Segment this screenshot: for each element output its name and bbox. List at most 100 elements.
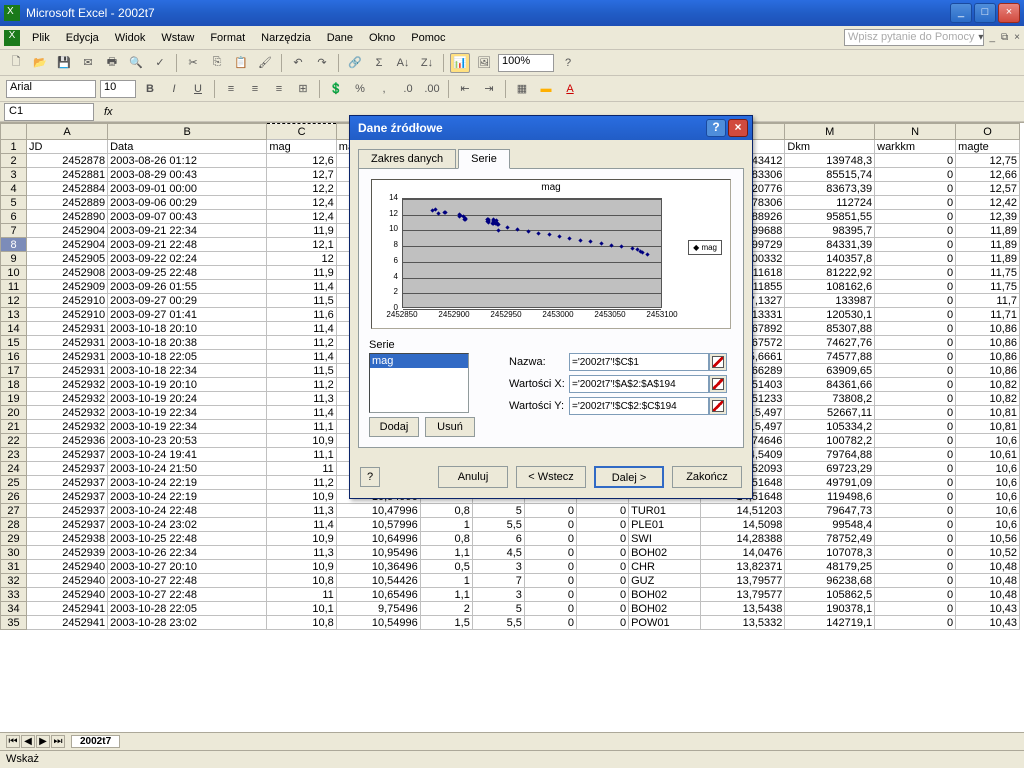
row-header[interactable]: 9 (1, 252, 27, 266)
cell[interactable]: 11,89 (956, 224, 1020, 238)
cell[interactable]: 0 (875, 392, 956, 406)
cell[interactable]: 142719,1 (785, 616, 875, 630)
cell[interactable]: 2003-10-27 20:10 (108, 560, 267, 574)
cell[interactable]: 11,2 (267, 476, 336, 490)
underline-icon[interactable]: U (188, 79, 208, 99)
cell[interactable]: Data (108, 140, 267, 154)
cell[interactable]: 2452941 (27, 616, 108, 630)
cell[interactable]: 12,39 (956, 210, 1020, 224)
cell[interactable]: 0 (875, 560, 956, 574)
cell[interactable]: 0 (524, 602, 576, 616)
cell[interactable]: 0 (577, 546, 629, 560)
cell[interactable]: 12,1 (267, 238, 336, 252)
cell[interactable]: 2452905 (27, 252, 108, 266)
cell[interactable]: 11,4 (267, 350, 336, 364)
row-header[interactable]: 2 (1, 154, 27, 168)
row-header[interactable]: 10 (1, 266, 27, 280)
row-header[interactable]: 23 (1, 448, 27, 462)
cell[interactable]: 2452904 (27, 224, 108, 238)
cell[interactable]: 11,75 (956, 280, 1020, 294)
currency-icon[interactable]: 💲 (326, 79, 346, 99)
merge-icon[interactable]: ⊞ (293, 79, 313, 99)
cell[interactable]: 11,71 (956, 308, 1020, 322)
cell[interactable]: 11,4 (267, 280, 336, 294)
cell[interactable]: 12,4 (267, 196, 336, 210)
cell[interactable]: 2452940 (27, 588, 108, 602)
yvals-range-picker-icon[interactable] (709, 397, 727, 415)
cell[interactable]: 2452940 (27, 574, 108, 588)
cell[interactable]: 2 (420, 602, 472, 616)
cell[interactable]: POW01 (629, 616, 701, 630)
col-header[interactable]: N (875, 124, 956, 140)
close-button[interactable]: × (998, 3, 1020, 23)
cell[interactable]: 74577,88 (785, 350, 875, 364)
xvals-input[interactable] (569, 375, 709, 393)
dec-indent-icon[interactable]: ⇤ (455, 79, 475, 99)
cell[interactable]: 1 (420, 518, 472, 532)
cell[interactable]: 0 (875, 336, 956, 350)
cell[interactable]: 0 (577, 560, 629, 574)
row-header[interactable]: 20 (1, 406, 27, 420)
cell[interactable]: 2003-09-21 22:48 (108, 238, 267, 252)
doc-maximize-icon[interactable]: ⧉ (1001, 32, 1008, 43)
cell[interactable]: 2003-10-24 22:19 (108, 476, 267, 490)
cell[interactable]: 0 (875, 574, 956, 588)
cell[interactable]: 0 (577, 532, 629, 546)
cell[interactable]: 2452939 (27, 546, 108, 560)
cell[interactable]: 11,6 (267, 308, 336, 322)
cell[interactable]: 2452932 (27, 420, 108, 434)
cell[interactable]: 2452931 (27, 350, 108, 364)
menu-format[interactable]: Format (202, 29, 253, 47)
cell[interactable]: 11,7 (956, 294, 1020, 308)
cell[interactable]: 0,5 (420, 560, 472, 574)
cell[interactable]: 0 (875, 462, 956, 476)
cell[interactable]: BOH02 (629, 602, 701, 616)
menu-okno[interactable]: Okno (361, 29, 403, 47)
cell[interactable]: 2452908 (27, 266, 108, 280)
row-header[interactable]: 6 (1, 210, 27, 224)
cell[interactable]: 2003-08-29 00:43 (108, 168, 267, 182)
row-header[interactable]: 21 (1, 420, 27, 434)
cell[interactable]: 13,82371 (701, 560, 785, 574)
cell[interactable]: 1,5 (420, 616, 472, 630)
cell[interactable]: 5 (472, 504, 524, 518)
cell[interactable]: 11,5 (267, 364, 336, 378)
sheet-tab[interactable]: 2002t7 (71, 735, 120, 748)
cell[interactable]: 107078,3 (785, 546, 875, 560)
cell[interactable]: 12,75 (956, 154, 1020, 168)
cell[interactable]: 14,5098 (701, 518, 785, 532)
copy-icon[interactable]: ⎘ (207, 53, 227, 73)
bold-icon[interactable]: B (140, 79, 160, 99)
cell[interactable]: 10,48 (956, 560, 1020, 574)
fx-icon[interactable]: fx (104, 106, 113, 118)
mail-icon[interactable]: ✉ (78, 53, 98, 73)
align-right-icon[interactable]: ≡ (269, 79, 289, 99)
cell[interactable]: 10,65496 (336, 588, 420, 602)
cell[interactable]: 0 (875, 406, 956, 420)
align-left-icon[interactable]: ≡ (221, 79, 241, 99)
cell[interactable]: 0 (875, 504, 956, 518)
cell[interactable]: 0 (875, 490, 956, 504)
cell[interactable]: 10,8 (267, 574, 336, 588)
cell[interactable]: 10,61 (956, 448, 1020, 462)
row-header[interactable]: 25 (1, 476, 27, 490)
zoom-select[interactable]: 100% (498, 54, 554, 72)
finish-button[interactable]: Zakończ (672, 466, 742, 488)
cell[interactable]: 1,1 (420, 588, 472, 602)
row-header[interactable]: 3 (1, 168, 27, 182)
cell[interactable]: 2003-10-19 22:34 (108, 420, 267, 434)
cell[interactable]: 140357,8 (785, 252, 875, 266)
help-search-box[interactable]: Wpisz pytanie do Pomocy (844, 29, 984, 46)
menu-widok[interactable]: Widok (107, 29, 154, 47)
cell[interactable]: 2003-10-27 22:48 (108, 588, 267, 602)
redo-icon[interactable]: ↷ (312, 53, 332, 73)
cell[interactable]: 2003-10-24 22:19 (108, 490, 267, 504)
cell[interactable]: 2003-10-18 22:34 (108, 364, 267, 378)
row-header[interactable]: 34 (1, 602, 27, 616)
cell[interactable]: 10,81 (956, 420, 1020, 434)
row-header[interactable]: 11 (1, 280, 27, 294)
row-header[interactable]: 31 (1, 560, 27, 574)
row-header[interactable]: 22 (1, 434, 27, 448)
cell[interactable]: 13,79577 (701, 588, 785, 602)
cell[interactable]: 10,6 (956, 462, 1020, 476)
